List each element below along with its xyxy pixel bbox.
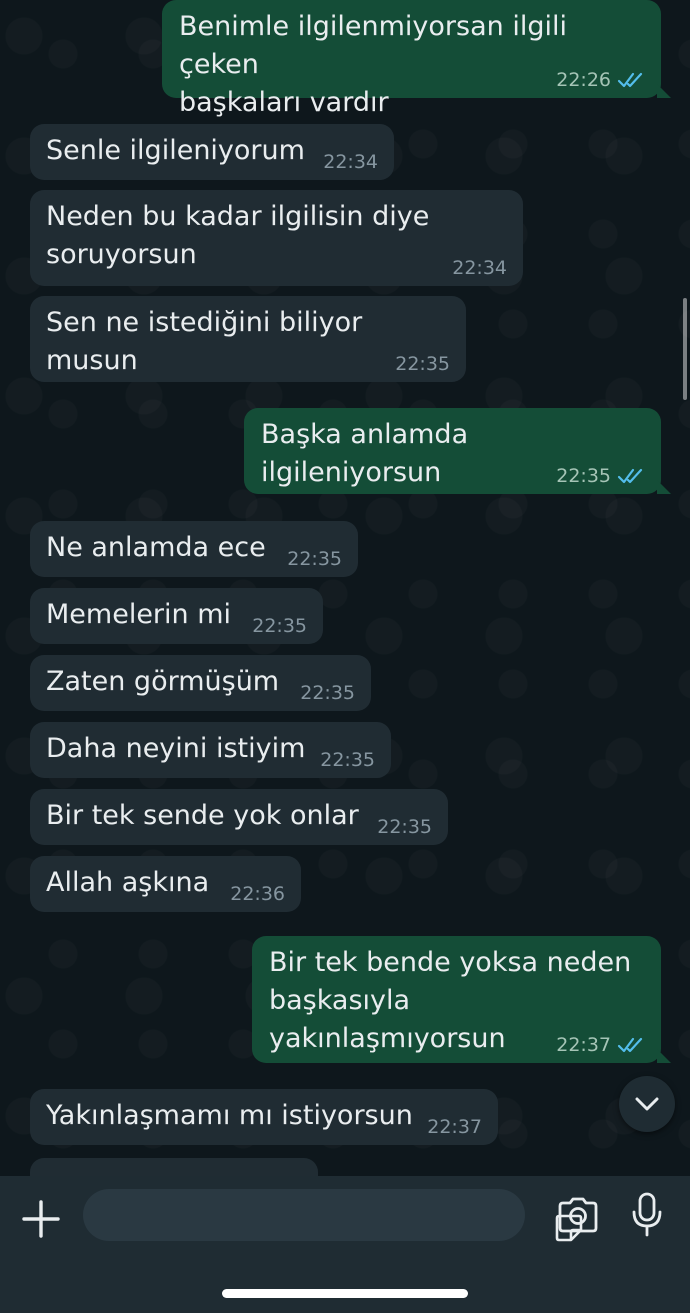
double-check-icon	[617, 468, 643, 484]
bubble-tail	[657, 480, 671, 494]
message-time: 22:37	[427, 1116, 482, 1138]
message-bubble-outgoing[interactable]: Başka anlamda ilgileniyorsun 22:35	[244, 408, 671, 494]
message-time: 22:26	[556, 69, 611, 91]
plus-icon[interactable]	[20, 1198, 62, 1240]
message-composer	[0, 1176, 690, 1313]
message-meta: 22:35	[556, 466, 645, 486]
message-time: 22:35	[287, 548, 342, 570]
message-time: 22:37	[556, 1034, 611, 1056]
message-time: 22:35	[395, 353, 450, 375]
message-bubble-incoming[interactable]: Yakınlaşmamı mı istiyorsun 22:37	[30, 1089, 498, 1145]
message-meta: 22:34	[323, 152, 378, 172]
message-bubble-incoming[interactable]: Memelerin mi 22:35	[30, 588, 323, 644]
chevron-down-icon	[635, 1097, 659, 1111]
message-bubble-incoming[interactable]: Ne anlamda ece 22:35	[30, 521, 358, 577]
message-text: Sen ne istediğini biliyor musun	[46, 307, 363, 376]
message-bubble-outgoing[interactable]: Bir tek bende yoksa neden başkasıyla yak…	[252, 936, 671, 1063]
message-text: Bir tek sende yok onlar	[46, 800, 359, 831]
microphone-icon[interactable]	[630, 1192, 664, 1238]
double-check-icon	[617, 72, 643, 88]
camera-icon[interactable]	[556, 1196, 600, 1234]
message-text: Benimle ilgilenmiyorsan ilgili çeken baş…	[179, 11, 567, 118]
message-meta: 22:35	[287, 549, 342, 569]
message-time: 22:36	[230, 883, 285, 905]
message-meta: 22:36	[230, 884, 285, 904]
message-meta: 22:35	[320, 750, 375, 770]
double-check-icon	[617, 1037, 643, 1053]
message-meta: 22:35	[252, 616, 307, 636]
message-text: Neden bu kadar ilgilisin diye soruyorsun	[46, 201, 430, 270]
message-meta: 22:26	[556, 70, 645, 90]
message-bubble-incoming[interactable]: Daha neyini istiyim 22:35	[30, 722, 391, 778]
message-time: 22:35	[556, 465, 611, 487]
message-time: 22:35	[252, 615, 307, 637]
message-bubble-incoming[interactable]: Zaten görmüşüm 22:35	[30, 655, 371, 711]
message-bubble-incoming[interactable]: Sen ne istediğini biliyor musun 22:35	[30, 296, 466, 382]
scroll-indicator[interactable]	[683, 298, 687, 400]
message-input[interactable]	[83, 1189, 583, 1242]
message-meta: 22:35	[395, 354, 450, 374]
bubble-tail	[657, 1049, 671, 1063]
home-indicator[interactable]	[222, 1289, 468, 1298]
message-meta: 22:37	[427, 1117, 482, 1137]
message-meta: 22:37	[556, 1035, 645, 1055]
message-meta: 22:35	[377, 817, 432, 837]
message-meta: 22:34	[452, 258, 507, 278]
scroll-to-bottom-button[interactable]	[619, 1076, 675, 1132]
message-text: Yakınlaşmamı mı istiyorsun	[46, 1100, 413, 1131]
chat-area: Benimle ilgilenmiyorsan ilgili çeken baş…	[0, 0, 690, 1176]
message-time: 22:35	[377, 816, 432, 838]
message-bubble-incoming[interactable]: Bir tek sende yok onlar 22:35	[30, 789, 448, 845]
message-bubble-incoming[interactable]: Neden bu kadar ilgilisin diye soruyorsun…	[30, 190, 523, 286]
message-bubble-incoming-partial[interactable]	[30, 1158, 318, 1176]
message-bubble-incoming[interactable]: Allah aşkına 22:36	[30, 856, 301, 912]
bubble-tail	[657, 84, 671, 98]
message-time: 22:34	[323, 151, 378, 173]
message-time: 22:35	[300, 682, 355, 704]
message-time: 22:34	[452, 257, 507, 279]
message-time: 22:35	[320, 749, 375, 771]
message-bubble-incoming[interactable]: Senle ilgileniyorum 22:34	[30, 124, 394, 180]
message-bubble-outgoing[interactable]: Benimle ilgilenmiyorsan ilgili çeken baş…	[162, 0, 671, 118]
message-meta: 22:35	[300, 683, 355, 703]
